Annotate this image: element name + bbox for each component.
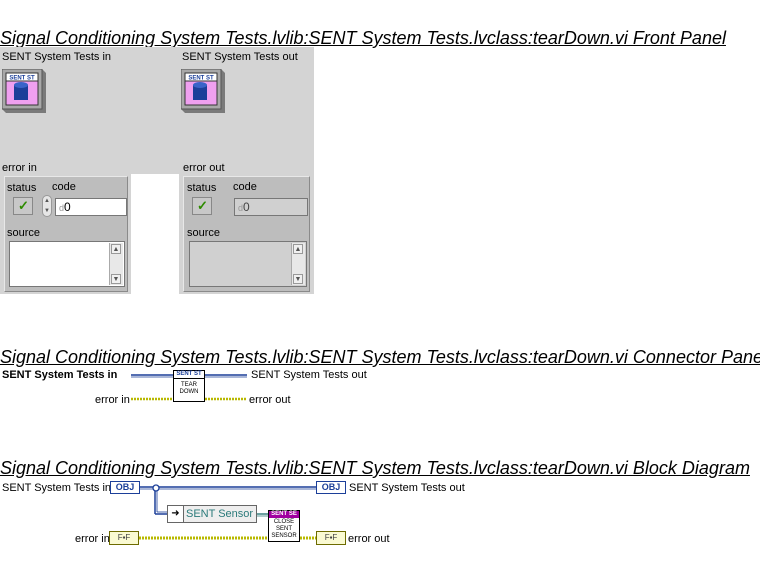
unbundle-by-name-node[interactable]: ➜ SENT Sensor [167, 505, 257, 523]
close-subvi-line3: SENSOR [271, 533, 297, 539]
err-terminal-text: F▪F [324, 533, 338, 542]
close-subvi-line1: CLOSE [273, 519, 295, 525]
obj-terminal-text: OBJ [115, 482, 135, 492]
bd-error-out-terminal[interactable]: F▪F [316, 531, 346, 545]
close-subvi-header: SENT SE [269, 511, 299, 518]
bd-obj-out-terminal[interactable]: OBJ [316, 481, 346, 494]
close-subvi-line2: SENT [275, 526, 292, 532]
unbundle-arrow-icon: ➜ [168, 506, 184, 522]
obj-terminal-text: OBJ [321, 482, 341, 492]
err-terminal-text: F▪F [117, 533, 131, 542]
bd-error-in-terminal[interactable]: F▪F [109, 531, 139, 545]
close-sent-sensor-subvi[interactable]: SENT SE CLOSE SENT SENSOR [268, 510, 300, 542]
unbundle-label: SENT Sensor [186, 508, 254, 520]
bd-obj-in-terminal[interactable]: OBJ [110, 481, 140, 494]
